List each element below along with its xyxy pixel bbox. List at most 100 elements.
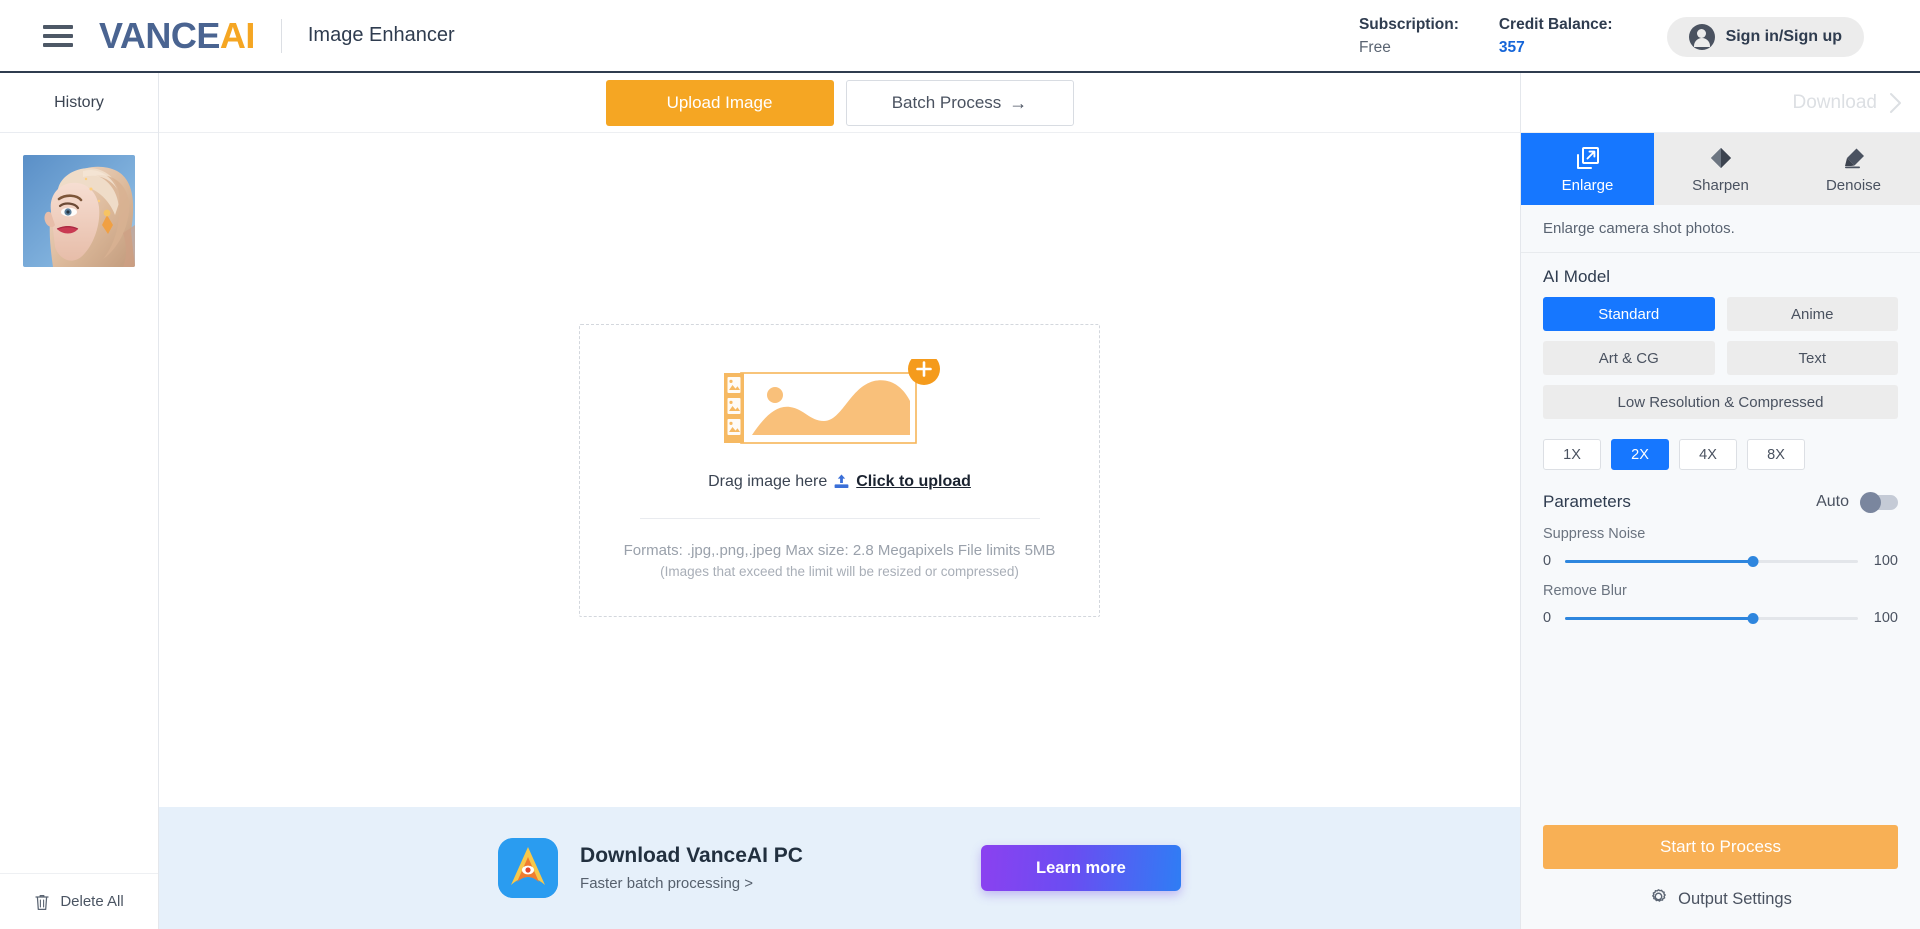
tab-sharpen-label: Sharpen	[1692, 176, 1749, 194]
hamburger-line	[43, 33, 73, 38]
suppress-noise-slider-block: Suppress Noise 0 100	[1521, 512, 1920, 569]
hamburger-menu-icon[interactable]	[43, 24, 73, 47]
credit-balance-label: Credit Balance:	[1498, 16, 1613, 34]
output-settings-label: Output Settings	[1678, 889, 1792, 908]
ai-model-section-title: AI Model	[1543, 267, 1611, 286]
remove-blur-fill	[1565, 616, 1753, 620]
hamburger-line	[43, 24, 73, 29]
remove-blur-max: 100	[1873, 610, 1898, 626]
auto-toggle-switch[interactable]	[1860, 491, 1898, 513]
credit-balance-value: 357	[1498, 38, 1525, 56]
scale-option-2x[interactable]: 2X	[1611, 439, 1669, 470]
main-body: History Delete All Upload Image Batch Pr…	[0, 73, 1920, 929]
promo-subtitle[interactable]: Faster batch processing >	[580, 875, 803, 892]
vanceai-logo[interactable]: VANCE AI	[99, 15, 255, 57]
enlarge-icon	[1575, 145, 1601, 171]
app-root: VANCE AI Image Enhancer Subscription: Fre…	[0, 0, 1920, 929]
center-workspace: Upload Image Batch Process → Drag image …	[159, 73, 1520, 929]
user-avatar-icon	[1688, 23, 1715, 50]
suppress-noise-slider[interactable]	[1565, 555, 1858, 567]
vanceai-pc-app-icon	[498, 838, 559, 898]
panel-spacer	[1521, 626, 1920, 825]
remove-blur-slider-row: 0 100	[1543, 610, 1898, 626]
download-button[interactable]: Download	[1521, 73, 1920, 133]
sign-in-sign-up-button[interactable]: Sign in/Sign up	[1666, 16, 1864, 57]
suppress-noise-label: Suppress Noise	[1543, 526, 1646, 542]
enhancer-tabs: Enlarge Sharpen Denoise	[1521, 133, 1920, 205]
center-toolbar: Upload Image Batch Process →	[159, 73, 1520, 133]
auto-toggle-knob	[1860, 491, 1881, 513]
hamburger-line	[43, 42, 73, 47]
upload-image-button[interactable]: Upload Image	[605, 79, 834, 126]
delete-all-button[interactable]: Delete All	[0, 873, 158, 929]
tab-enlarge[interactable]: Enlarge	[1521, 133, 1654, 205]
remove-blur-slider[interactable]	[1565, 612, 1858, 624]
model-option-text[interactable]: Text	[1726, 341, 1898, 375]
parameters-title: Parameters	[1543, 492, 1631, 511]
tab-denoise-label: Denoise	[1825, 176, 1882, 194]
history-thumbnail-item[interactable]	[23, 155, 135, 267]
gear-icon	[1649, 887, 1668, 911]
header-divider	[280, 18, 282, 53]
arrow-right-icon: →	[1009, 92, 1028, 113]
auto-label: Auto	[1816, 493, 1849, 510]
model-option-art-cg[interactable]: Art & CG	[1543, 341, 1715, 375]
model-option-low-resolution-compressed[interactable]: Low Resolution & Compressed	[1543, 385, 1898, 419]
tab-denoise[interactable]: Denoise	[1787, 133, 1920, 205]
suppress-noise-min: 0	[1543, 553, 1552, 569]
promo-banner: Download VanceAI PC Faster batch process…	[159, 807, 1520, 929]
click-to-upload-link[interactable]: Click to upload	[856, 473, 971, 491]
scale-options: 1X 2X 4X 8X	[1521, 419, 1920, 470]
trash-icon	[34, 893, 50, 911]
sign-in-label: Sign in/Sign up	[1725, 27, 1842, 45]
subscription-label: Subscription:	[1358, 16, 1459, 34]
tab-enlarge-label: Enlarge	[1561, 176, 1614, 194]
promo-content: Download VanceAI PC Faster batch process…	[159, 838, 1520, 898]
promo-title: Download VanceAI PC	[580, 844, 803, 867]
dropzone-format-info: Formats: .jpg,.png,.jpeg Max size: 2.8 M…	[624, 539, 1056, 583]
top-header-bar: VANCE AI Image Enhancer Subscription: Fre…	[0, 0, 1920, 73]
panel-footer: Start to Process Output Settings	[1521, 825, 1920, 929]
page-title: Image Enhancer	[307, 24, 455, 46]
promo-text-block: Download VanceAI PC Faster batch process…	[580, 844, 803, 892]
scale-option-4x[interactable]: 4X	[1679, 439, 1737, 470]
output-settings-button[interactable]: Output Settings	[1543, 887, 1898, 911]
subscription-value: Free	[1358, 38, 1391, 56]
batch-process-label: Batch Process	[891, 92, 1002, 112]
suppress-noise-fill	[1565, 559, 1753, 563]
history-title: History	[0, 73, 158, 133]
auto-toggle-group: Auto	[1816, 491, 1898, 513]
download-label: Download	[1792, 91, 1878, 113]
remove-blur-label: Remove Blur	[1543, 583, 1627, 599]
remove-blur-min: 0	[1543, 610, 1552, 626]
delete-all-label: Delete All	[60, 893, 124, 910]
scale-option-1x[interactable]: 1X	[1543, 439, 1601, 470]
denoise-icon	[1841, 145, 1867, 171]
dropzone-prompt-text: Drag image here	[708, 472, 828, 490]
scale-option-8x[interactable]: 8X	[1747, 439, 1805, 470]
sharpen-icon	[1708, 145, 1734, 171]
dropzone-note-line: (Images that exceed the limit will be re…	[660, 563, 1019, 579]
portrait-thumbnail-image	[23, 155, 135, 267]
header-right-group: Subscription: Free Credit Balance: 357 S…	[1359, 0, 1920, 73]
logo-text-vance: VANCE	[99, 14, 220, 56]
history-thumbnail-list	[0, 133, 158, 873]
dropzone-formats-line: Formats: .jpg,.png,.jpeg Max size: 2.8 M…	[623, 541, 1056, 559]
canvas-area: Drag image here Click to upload Formats:…	[159, 133, 1520, 807]
start-to-process-button[interactable]: Start to Process	[1543, 825, 1898, 869]
tool-description: Enlarge camera shot photos.	[1521, 205, 1920, 253]
chevron-right-icon	[1889, 92, 1902, 114]
tab-sharpen[interactable]: Sharpen	[1654, 133, 1787, 205]
image-dropzone[interactable]: Drag image here Click to upload Formats:…	[579, 323, 1100, 617]
suppress-noise-slider-row: 0 100	[1543, 553, 1898, 569]
model-option-anime[interactable]: Anime	[1726, 297, 1898, 331]
batch-process-button[interactable]: Batch Process →	[845, 79, 1074, 126]
logo-text-ai: AI	[219, 14, 256, 56]
model-option-standard[interactable]: Standard	[1543, 297, 1715, 331]
remove-blur-slider-block: Remove Blur 0 100	[1521, 569, 1920, 626]
learn-more-button[interactable]: Learn more	[980, 845, 1181, 891]
ai-model-options: Standard Anime Art & CG Text Low Resolut…	[1521, 297, 1920, 419]
remove-blur-thumb[interactable]	[1747, 612, 1759, 624]
suppress-noise-thumb[interactable]	[1747, 555, 1759, 567]
parameters-header: Parameters Auto	[1521, 470, 1920, 513]
